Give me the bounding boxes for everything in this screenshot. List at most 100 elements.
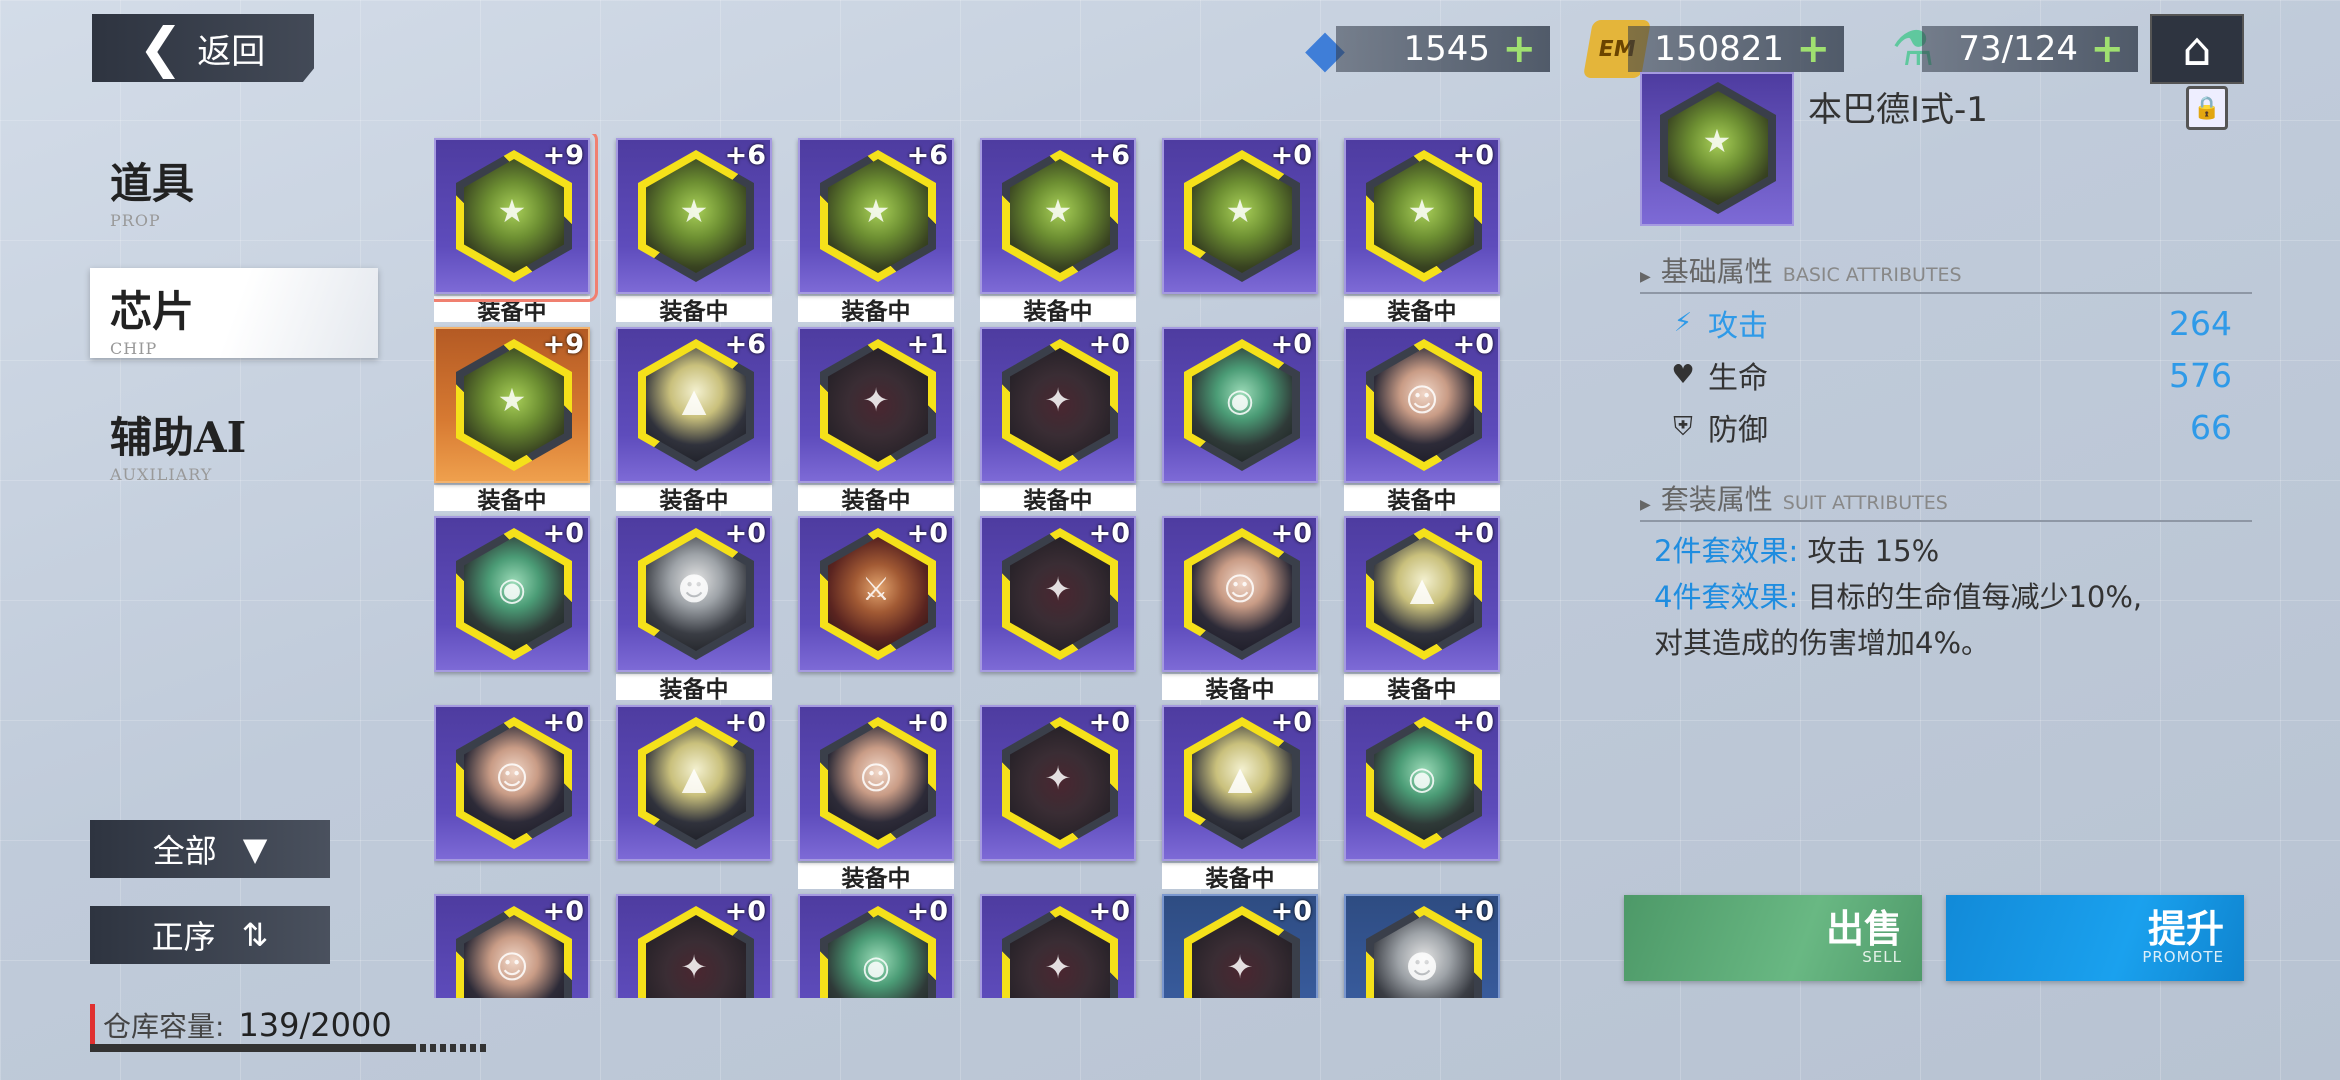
chip-slot[interactable]: ★ +9 装备中 (434, 327, 590, 514)
shield-icon: ⛨ (1673, 411, 1693, 442)
section-subtitle: BASIC ATTRIBUTES (1782, 264, 1962, 286)
chip-card[interactable]: ☺ +0 (1344, 327, 1500, 483)
chip-slot[interactable]: ☻ +0 装备中 (616, 516, 772, 703)
chip-slot[interactable]: ◉ +0 (434, 516, 590, 672)
chip-card[interactable]: ★ +9 (434, 327, 590, 483)
chip-slot[interactable]: ▲ +6 装备中 (616, 327, 772, 514)
add-crystal-button[interactable]: + (1502, 26, 1536, 72)
chip-slot[interactable]: ✦ +0 (980, 894, 1136, 998)
promote-button[interactable]: 提升 PROMOTE (1946, 895, 2244, 981)
sidebar-item-auxiliary[interactable]: 辅助AI AUXILIARY (110, 404, 246, 484)
chip-slot[interactable]: ▲ +0 (616, 705, 772, 861)
equipped-badge: 装备中 (1344, 296, 1500, 325)
chip-card[interactable]: ✦ +0 (1162, 894, 1318, 998)
chip-slot[interactable]: ◉ +0 (1162, 327, 1318, 483)
char-icon: ☺ (495, 759, 529, 797)
suit-4-label: 4件套效果: (1654, 580, 1799, 614)
chip-slot[interactable]: ✦ +0 (980, 516, 1136, 672)
chip-card[interactable]: ★ +0 (1344, 138, 1500, 294)
chip-card[interactable]: ☺ +0 (1162, 516, 1318, 672)
chip-card[interactable]: ◉ +0 (1162, 327, 1318, 483)
sidebar-item-chip[interactable]: 芯片 CHIP (110, 278, 194, 358)
chip-slot[interactable]: ◉ +0 (798, 894, 954, 998)
chip-card[interactable]: ☺ +0 (798, 705, 954, 861)
green-icon: ◉ (498, 570, 526, 608)
filter-dropdown[interactable]: 全部 ▼ (90, 820, 330, 878)
chip-card[interactable]: ✦ +0 (616, 894, 772, 998)
chip-slot[interactable]: ◉ +0 (1344, 705, 1500, 861)
star-icon: ★ (1702, 122, 1732, 160)
suit-4-text: 目标的生命值每减少10%, (1807, 580, 2143, 614)
chip-level: +0 (1088, 896, 1130, 927)
chip-slot[interactable]: ★ +9 装备中 (434, 134, 598, 325)
attribute-value: 576 (2169, 355, 2232, 395)
green-icon: ◉ (862, 948, 890, 986)
chip-card[interactable]: ⚔ +0 (798, 516, 954, 672)
chip-slot[interactable]: ★ +6 装备中 (980, 138, 1136, 325)
chip-card[interactable]: ☺ +0 (434, 894, 590, 998)
chip-card[interactable]: ◉ +0 (798, 894, 954, 998)
equipped-badge: 装备中 (616, 296, 772, 325)
chip-slot[interactable]: ▲ +0 装备中 (1344, 516, 1500, 703)
chip-card[interactable]: ★ +9 (434, 138, 590, 294)
shield-icon: ★ (1407, 192, 1437, 230)
storage-label: 仓库容量: (103, 1010, 225, 1043)
chip-slot[interactable]: ☺ +0 装备中 (1344, 327, 1500, 514)
chip-card[interactable]: ★ +6 (616, 138, 772, 294)
chevron-down-icon: ▼ (242, 830, 268, 868)
chip-slot[interactable]: ✦ +0 (616, 894, 772, 998)
chip-slot[interactable]: ★ +0 装备中 (1344, 138, 1500, 325)
suit-4-effect-continued: 对其造成的伤害增加4%。 (1654, 626, 1991, 660)
add-em-coin-button[interactable]: + (1796, 26, 1830, 72)
chip-card[interactable]: ▲ +6 (616, 327, 772, 483)
chip-slot[interactable]: ☺ +0 装备中 (1162, 516, 1318, 703)
lock-icon[interactable]: 🔒 (2186, 86, 2228, 130)
sidebar-item-prop[interactable]: 道具 PROP (110, 150, 194, 230)
chip-level: +0 (1452, 329, 1494, 360)
chip-level: +0 (1452, 518, 1494, 549)
add-energy-button[interactable]: + (2090, 26, 2124, 72)
attribute-attack: ⚡ 攻击 264 (1668, 300, 2232, 346)
chip-slot[interactable]: ★ +6 装备中 (798, 138, 954, 325)
chip-slot[interactable]: ★ +0 (1162, 138, 1318, 294)
chip-name: 本巴德Ⅰ式-1 (1808, 90, 1988, 130)
sell-button[interactable]: 出售 SELL (1624, 895, 1922, 981)
chip-slot[interactable]: ★ +6 装备中 (616, 138, 772, 325)
chip-slot[interactable]: ☻ +0 (1344, 894, 1500, 998)
chip-slot[interactable]: ⚔ +0 (798, 516, 954, 672)
chip-card[interactable]: ✦ +0 (980, 894, 1136, 998)
chip-slot[interactable]: ✦ +0 装备中 (980, 327, 1136, 514)
chip-card[interactable]: ☻ +0 (616, 516, 772, 672)
sort-toggle[interactable]: 正序 ⇅ (90, 906, 330, 964)
home-button[interactable]: ⌂ (2150, 14, 2244, 84)
chip-card[interactable]: ★ +0 (1162, 138, 1318, 294)
red-icon: ✦ (1044, 381, 1072, 419)
chip-card[interactable]: ★ +6 (798, 138, 954, 294)
chip-slot[interactable]: ☺ +0 (434, 705, 590, 861)
chip-slot[interactable]: ☺ +0 (434, 894, 590, 998)
chip-card[interactable]: ☻ +0 (1344, 894, 1500, 998)
chip-card[interactable]: ▲ +0 (1162, 705, 1318, 861)
section-title: 套装属性 (1660, 483, 1773, 516)
chip-card[interactable]: ✦ +1 (798, 327, 954, 483)
chip-slot[interactable]: ✦ +0 (1162, 894, 1318, 998)
promote-label: 提升 (2147, 907, 2224, 951)
chip-card[interactable]: ▲ +0 (616, 705, 772, 861)
equipped-badge: 装备中 (1162, 863, 1318, 892)
chip-slot[interactable]: ✦ +0 (980, 705, 1136, 861)
chip-card[interactable]: ✦ +0 (980, 327, 1136, 483)
chip-card[interactable]: ◉ +0 (1344, 705, 1500, 861)
back-button[interactable]: ❮ 返回 (92, 14, 314, 82)
chip-card[interactable]: ▲ +0 (1344, 516, 1500, 672)
chip-slot[interactable]: ☺ +0 装备中 (798, 705, 954, 892)
chip-card[interactable]: ☺ +0 (434, 705, 590, 861)
chip-card[interactable]: ★ +6 (980, 138, 1136, 294)
chip-card[interactable]: ◉ +0 (434, 516, 590, 672)
chip-slot[interactable]: ✦ +1 装备中 (798, 327, 954, 514)
chip-card[interactable]: ✦ +0 (980, 516, 1136, 672)
equipped-badge: 装备中 (980, 485, 1136, 514)
chip-slot[interactable]: ▲ +0 装备中 (1162, 705, 1318, 892)
triangle-icon: ▶ (1640, 269, 1651, 285)
chip-card[interactable]: ✦ +0 (980, 705, 1136, 861)
section-subtitle: SUIT ATTRIBUTES (1782, 492, 1948, 514)
